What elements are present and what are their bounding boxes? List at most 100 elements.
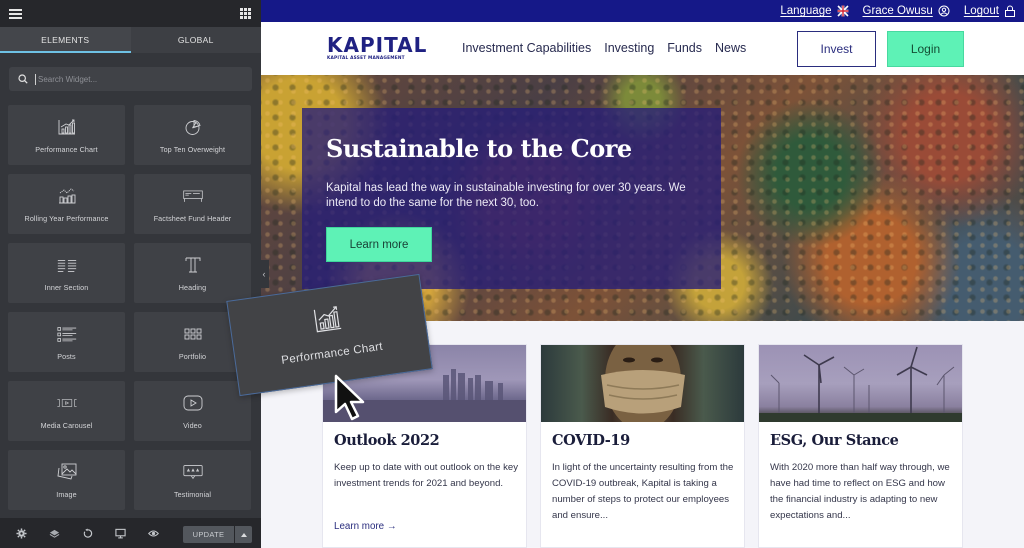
widget-label: Testimonial bbox=[173, 490, 212, 499]
news-cards: Outlook 2022 Keep up to date with out ou… bbox=[322, 344, 976, 548]
image-icon bbox=[57, 463, 76, 480]
widget-label: Posts bbox=[57, 352, 76, 361]
layers-icon bbox=[49, 529, 59, 538]
widget-performance-chart[interactable]: Performance Chart bbox=[8, 105, 125, 165]
testimonial-icon bbox=[182, 465, 203, 480]
portrait-illustration bbox=[601, 345, 685, 422]
lock-icon bbox=[1005, 5, 1015, 17]
card-esg-our-stance[interactable]: ESG, Our Stance With 2020 more than half… bbox=[758, 344, 963, 548]
search-widget-input[interactable] bbox=[35, 73, 235, 85]
uk-flag-icon bbox=[836, 5, 849, 17]
masked-portrait-image bbox=[541, 345, 744, 422]
logo-wordmark: KAPITAL bbox=[327, 33, 428, 57]
language-link[interactable]: Language bbox=[780, 5, 849, 17]
widget-heading[interactable]: Heading bbox=[134, 243, 251, 303]
mouse-pointer-icon bbox=[334, 374, 365, 421]
tab-global[interactable]: GLOBAL bbox=[130, 27, 261, 53]
video-icon bbox=[183, 395, 202, 411]
card-text: With 2020 more than half way through, we… bbox=[770, 462, 950, 521]
widget-label: Image bbox=[56, 490, 77, 499]
widget-top-ten-overweight[interactable]: Top Ten Overweight bbox=[134, 105, 251, 165]
heading-icon bbox=[185, 257, 200, 273]
preview-button[interactable] bbox=[147, 527, 159, 539]
kapital-logo[interactable]: KAPITAL KAPITAL ASSET MANAGEMENT bbox=[327, 35, 427, 61]
hero-panel: Sustainable to the Core Kapital has lead… bbox=[302, 108, 721, 289]
widget-label: Heading bbox=[178, 283, 207, 292]
header-icon bbox=[182, 190, 203, 202]
nav-item-investment-capabilities[interactable]: Investment Capabilities bbox=[462, 41, 591, 55]
settings-button[interactable] bbox=[15, 527, 27, 539]
utility-bar: Language Grace Owusu Logout bbox=[261, 0, 1024, 22]
widget-media-carousel[interactable]: Media Carousel bbox=[8, 381, 125, 441]
editor-topbar bbox=[0, 0, 261, 27]
login-button[interactable]: Login bbox=[887, 31, 964, 67]
logout-link[interactable]: Logout bbox=[964, 5, 1016, 17]
invest-button[interactable]: Invest bbox=[797, 31, 876, 67]
collapse-panel-button[interactable]: ‹ bbox=[259, 260, 269, 288]
posts-icon bbox=[56, 327, 76, 342]
update-options-button[interactable] bbox=[235, 526, 252, 543]
dragged-widget-label: Performance Chart bbox=[280, 340, 384, 367]
widget-label: Media Carousel bbox=[40, 421, 93, 430]
widget-image[interactable]: Image bbox=[8, 450, 125, 510]
hamburger-menu-icon[interactable] bbox=[9, 8, 22, 19]
portfolio-icon bbox=[184, 328, 201, 340]
caret-up-icon bbox=[240, 532, 247, 537]
user-name: Grace Owusu bbox=[862, 5, 933, 17]
nav-menu: Investment Capabilities Investing Funds … bbox=[462, 41, 759, 78]
tab-elements[interactable]: ELEMENTS bbox=[0, 27, 131, 53]
widget-label: Rolling Year Performance bbox=[24, 214, 109, 223]
widget-label: Portfolio bbox=[178, 352, 207, 361]
nav-item-news[interactable]: News bbox=[715, 41, 746, 55]
bar-chart-icon bbox=[58, 119, 75, 135]
widget-posts[interactable]: Posts bbox=[8, 312, 125, 372]
carousel-icon bbox=[56, 399, 77, 407]
card-title: COVID-19 bbox=[552, 432, 630, 449]
preview-icon bbox=[147, 529, 159, 537]
main-navigation: KAPITAL KAPITAL ASSET MANAGEMENT Investm… bbox=[261, 22, 1024, 78]
widget-label: Factsheet Fund Header bbox=[153, 214, 232, 223]
widget-testimonial[interactable]: Testimonial bbox=[134, 450, 251, 510]
wind-turbines-image bbox=[759, 345, 962, 422]
widget-inner-section[interactable]: Inner Section bbox=[8, 243, 125, 303]
line-bar-chart-icon bbox=[58, 188, 75, 204]
pie-chart-icon bbox=[185, 120, 201, 135]
settings-icon bbox=[15, 527, 27, 539]
layers-button[interactable] bbox=[48, 527, 60, 539]
update-button[interactable]: UPDATE bbox=[183, 526, 234, 543]
card-covid-19[interactable]: COVID-19 In light of the uncertainty res… bbox=[540, 344, 745, 548]
editor-sidebar: ELEMENTS GLOBAL Performance Chart Top Te… bbox=[0, 0, 261, 548]
site-preview: Language Grace Owusu Logout KAPITAL KAPI… bbox=[261, 0, 1024, 548]
hero-learn-more-button[interactable]: Learn more bbox=[326, 227, 432, 262]
turbines-illustration bbox=[759, 346, 962, 422]
language-label: Language bbox=[780, 5, 832, 17]
user-account-link[interactable]: Grace Owusu bbox=[863, 5, 950, 17]
card-title: ESG, Our Stance bbox=[770, 432, 899, 449]
widget-rolling-year-performance[interactable]: Rolling Year Performance bbox=[8, 174, 125, 234]
widget-grid: Performance Chart Top Ten Overweight Rol… bbox=[8, 105, 252, 510]
widget-label: Performance Chart bbox=[35, 145, 98, 154]
apps-grid-icon[interactable] bbox=[240, 8, 251, 19]
card-learn-more-link[interactable]: Learn more → bbox=[334, 521, 397, 532]
chevron-left-icon: ‹ bbox=[262, 269, 266, 279]
card-title: Outlook 2022 bbox=[334, 432, 440, 449]
bar-chart-icon bbox=[313, 306, 342, 333]
widget-label: Video bbox=[183, 421, 202, 430]
widget-video[interactable]: Video bbox=[134, 381, 251, 441]
hero-text: Kapital has lead the way in sustainable … bbox=[326, 182, 686, 209]
widget-label: Inner Section bbox=[44, 283, 89, 292]
search-icon bbox=[18, 74, 28, 84]
history-icon bbox=[83, 527, 92, 538]
user-icon bbox=[938, 5, 950, 17]
columns-icon bbox=[57, 260, 76, 272]
responsive-mode-button[interactable] bbox=[114, 527, 126, 539]
history-button[interactable] bbox=[81, 527, 93, 539]
nav-item-funds[interactable]: Funds bbox=[667, 41, 702, 55]
nav-item-investing[interactable]: Investing bbox=[596, 41, 663, 78]
widget-factsheet-fund-header[interactable]: Factsheet Fund Header bbox=[134, 174, 251, 234]
editor-tabs: ELEMENTS GLOBAL bbox=[0, 27, 261, 53]
hero-title: Sustainable to the Core bbox=[326, 134, 632, 163]
card-text: Keep up to date with out outlook on the … bbox=[334, 462, 519, 489]
widget-label: Top Ten Overweight bbox=[159, 145, 226, 154]
card-text: In light of the uncertainty resulting fr… bbox=[552, 462, 734, 521]
